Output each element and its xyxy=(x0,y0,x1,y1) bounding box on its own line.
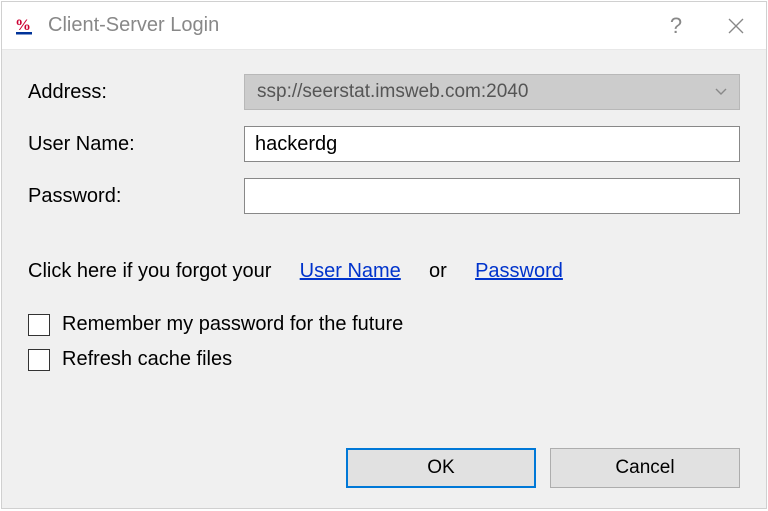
dialog-content: Address: ssp://seerstat.imsweb.com:2040 … xyxy=(2,50,766,508)
ok-button[interactable]: OK xyxy=(346,448,536,488)
app-icon: % xyxy=(14,14,38,38)
cancel-button[interactable]: Cancel xyxy=(550,448,740,488)
address-row: Address: ssp://seerstat.imsweb.com:2040 xyxy=(28,74,740,110)
username-row: User Name: xyxy=(28,126,740,162)
username-input[interactable] xyxy=(244,126,740,162)
login-dialog: % Client-Server Login ? Address: ssp://s… xyxy=(1,1,767,509)
svg-text:%: % xyxy=(15,17,31,34)
remember-label: Remember my password for the future xyxy=(62,313,403,336)
help-button[interactable]: ? xyxy=(646,2,706,49)
address-label: Address: xyxy=(28,81,244,104)
window-title: Client-Server Login xyxy=(48,14,646,37)
username-label: User Name: xyxy=(28,133,244,156)
close-button[interactable] xyxy=(706,2,766,49)
password-input[interactable] xyxy=(244,178,740,214)
address-value: ssp://seerstat.imsweb.com:2040 xyxy=(257,81,528,103)
forgot-row: Click here if you forgot your User Name … xyxy=(28,260,740,283)
remember-checkbox-row: Remember my password for the future xyxy=(28,313,740,336)
forgot-username-link[interactable]: User Name xyxy=(300,260,401,282)
chevron-down-icon xyxy=(715,85,727,99)
address-dropdown[interactable]: ssp://seerstat.imsweb.com:2040 xyxy=(244,74,740,110)
forgot-separator: or xyxy=(429,260,447,282)
password-row: Password: xyxy=(28,178,740,214)
remember-checkbox[interactable] xyxy=(28,314,50,336)
titlebar: % Client-Server Login ? xyxy=(2,2,766,50)
forgot-prefix: Click here if you forgot your xyxy=(28,260,271,282)
button-row: OK Cancel xyxy=(28,428,740,488)
refresh-checkbox-row: Refresh cache files xyxy=(28,348,740,371)
titlebar-controls: ? xyxy=(646,2,766,49)
refresh-label: Refresh cache files xyxy=(62,348,232,371)
refresh-checkbox[interactable] xyxy=(28,349,50,371)
password-label: Password: xyxy=(28,185,244,208)
forgot-password-link[interactable]: Password xyxy=(475,260,563,282)
